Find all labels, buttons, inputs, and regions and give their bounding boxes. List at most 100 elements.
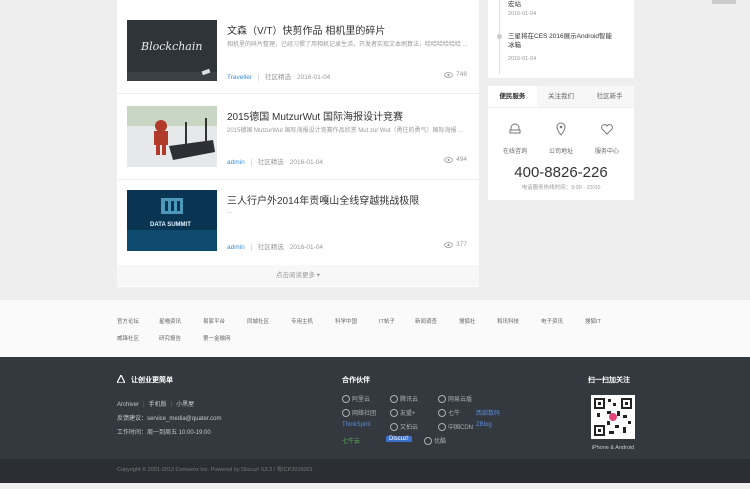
friend-link[interactable]: 专用主机 (291, 317, 313, 325)
archiver-link[interactable]: Archiver (117, 402, 139, 408)
partner-logo[interactable]: 中国CDN (438, 422, 473, 431)
friend-link[interactable]: 新闻调查 (415, 317, 437, 325)
service-label: 公司地址 (548, 149, 573, 155)
partner-icon (438, 422, 446, 431)
partner-logo[interactable]: 阿里云 (342, 394, 370, 403)
article-meta: Traveller 社区精选 2016-01-04 (227, 71, 330, 81)
partner-logo[interactable]: 网络社团 (342, 408, 376, 417)
date-label: 2016-01-04 (297, 74, 331, 81)
article-thumbnail[interactable]: Blockchain (127, 20, 217, 81)
hotline-hours: 电话服务热线时间：9:00 - 23:00 (521, 185, 601, 191)
article-thumbnail[interactable]: DATA SUMMIT (127, 190, 217, 251)
friend-link[interactable]: 搜狐社 (459, 317, 476, 325)
date-label: 2016-01-04 (289, 244, 323, 251)
heart-icon (601, 124, 613, 135)
timeline-item-date: 2016-01-04 (508, 56, 537, 62)
article-list: Blockchain 文森（V/T）快剪作品 相机里的碎片 相机里的碎片整理，已… (117, 0, 479, 287)
author-link[interactable]: admin (227, 159, 245, 166)
category-label[interactable]: 社区精选 (258, 159, 284, 166)
timeline-item-title[interactable]: 宏站 (508, 0, 618, 9)
friend-links: 官方论坛 星喵资讯 易家平台 同城社区 专用主机 科学中国 IT帖子 新闻调查 … (0, 300, 750, 357)
partner-icon (342, 394, 350, 403)
partner-icon (438, 408, 446, 417)
partner-icon (424, 436, 432, 445)
partner-logo[interactable]: 又拍云 (390, 422, 418, 431)
timeline-item-title[interactable]: 三星将在CES 2016展示Android智能冰箱 (508, 32, 618, 50)
author-link[interactable]: admin (227, 244, 245, 251)
online-consult-button[interactable]: 在线咨询 (491, 122, 539, 158)
partner-logo[interactable]: 西部数码 (476, 408, 500, 417)
list-item[interactable]: 2015德国 MutzurWut 国际海报设计竞赛 2015德国 MutzurW… (117, 94, 479, 180)
friend-link[interactable]: IT帖子 (379, 317, 395, 325)
timeline-dot (497, 34, 502, 39)
partner-logo[interactable]: ThinkSpirit (342, 422, 370, 428)
feedback-email[interactable]: 反馈建议：service_media@quater.com (117, 413, 221, 422)
friend-link[interactable]: 同城社区 (247, 317, 269, 325)
article-summary: 2015德国 MutzurWut 国际海报设计竞赛作品欣赏 Mut zur Wu… (227, 128, 464, 134)
qr-caption: iPhone & Android (591, 445, 635, 451)
thumbnail-caption: DATA SUMMIT (150, 222, 191, 228)
data-summit-image (127, 190, 217, 251)
eye-icon (444, 71, 454, 78)
partner-logo[interactable]: 七牛 (438, 408, 460, 417)
partner-icon (390, 394, 398, 403)
category-label[interactable]: 社区精选 (265, 74, 291, 81)
qr-code-image (593, 397, 633, 437)
eye-icon (444, 156, 454, 163)
partner-logo[interactable]: 腾讯云 (390, 394, 418, 403)
partner-icon (390, 422, 398, 431)
article-title[interactable]: 2015德国 MutzurWut 国际海报设计竞赛 (227, 108, 403, 123)
company-address-button[interactable]: 公司地址 (537, 122, 585, 158)
partner-logo[interactable]: 优酷 (424, 436, 446, 445)
tab-follow-us[interactable]: 关注我们 (536, 86, 586, 107)
list-item[interactable]: Blockchain 文森（V/T）快剪作品 相机里的碎片 相机里的碎片整理，已… (117, 8, 479, 94)
view-count: 494 (444, 156, 467, 163)
friend-link[interactable]: 易家平台 (203, 317, 225, 325)
category-label[interactable]: 社区精选 (258, 244, 284, 251)
friend-link[interactable]: 第一金融网 (203, 334, 231, 342)
friend-link[interactable]: 电子资讯 (541, 317, 563, 325)
tab-newbie[interactable]: 社区新手 (585, 86, 635, 107)
load-more-button[interactable]: 点击阅读更多 ▾ (117, 265, 479, 286)
back-to-top-button[interactable] (712, 0, 736, 4)
date-label: 2016-01-04 (289, 159, 323, 166)
service-center-button[interactable]: 服务中心 (583, 122, 631, 158)
friend-link[interactable]: 和讯科技 (497, 317, 519, 325)
darkroom-link[interactable]: 小黑屋 (176, 402, 194, 408)
friend-link[interactable]: 威锋社区 (117, 334, 139, 342)
partner-logo[interactable]: 网易云盾 (438, 394, 472, 403)
author-link[interactable]: Traveller (227, 74, 252, 81)
friend-link[interactable]: 研究报告 (159, 334, 181, 342)
triangle-logo-icon (117, 375, 125, 383)
partner-logo[interactable]: 七牛云 (342, 436, 360, 445)
service-label: 服务中心 (594, 149, 619, 155)
article-meta: admin 社区精选 2016-01-04 (227, 156, 323, 166)
mobile-link[interactable]: 手机版 (149, 402, 167, 408)
article-thumbnail[interactable] (127, 106, 217, 167)
article-title[interactable]: 文森（V/T）快剪作品 相机里的碎片 (227, 22, 385, 37)
view-count: 377 (444, 241, 467, 248)
list-item[interactable]: DATA SUMMIT 三人行户外2014年贡嘎山全线穿越挑战极限 ... ad… (117, 178, 479, 264)
friend-link[interactable]: 官方论坛 (117, 317, 139, 325)
footer-links: Archiver | 手机版 | 小黑屋 (117, 402, 195, 408)
service-panel: 便民服务 关注我们 社区新手 在线咨询 公司地址 服务中心 400-8826-2… (488, 86, 635, 200)
view-count-value: 377 (456, 241, 467, 248)
article-summary: 相机里的碎片整理，已经习惯了用相机记录生活，开发者实现文本刷算法，哈哈哈哈哈哈 … (227, 42, 467, 48)
partners-title: 合作伙伴 (342, 377, 370, 384)
timeline-item-date: 2016-01-04 (508, 11, 537, 17)
friend-link[interactable]: 科学中国 (335, 317, 357, 325)
friend-link[interactable]: 星喵资讯 (159, 317, 181, 325)
friend-link[interactable]: 搜狐IT (585, 317, 601, 325)
footer-brand-title: 让创业更简单 (131, 377, 173, 384)
article-title[interactable]: 三人行户外2014年贡嘎山全线穿越挑战极限 (227, 192, 419, 207)
partner-logo[interactable]: Discuz! (386, 436, 412, 442)
partner-logo[interactable]: ZBlog (476, 422, 492, 428)
chat-icon (509, 123, 521, 134)
article-meta: admin 社区精选 2016-01-04 (227, 241, 323, 251)
partner-icon (438, 394, 446, 403)
eye-icon (444, 241, 454, 248)
tab-convenience[interactable]: 便民服务 (488, 86, 537, 107)
view-count-value: 494 (456, 156, 467, 163)
news-timeline: 宏站 2016-01-04 三星将在CES 2016展示Android智能冰箱 … (488, 0, 634, 78)
partner-logo[interactable]: 友盟+ (390, 408, 416, 417)
